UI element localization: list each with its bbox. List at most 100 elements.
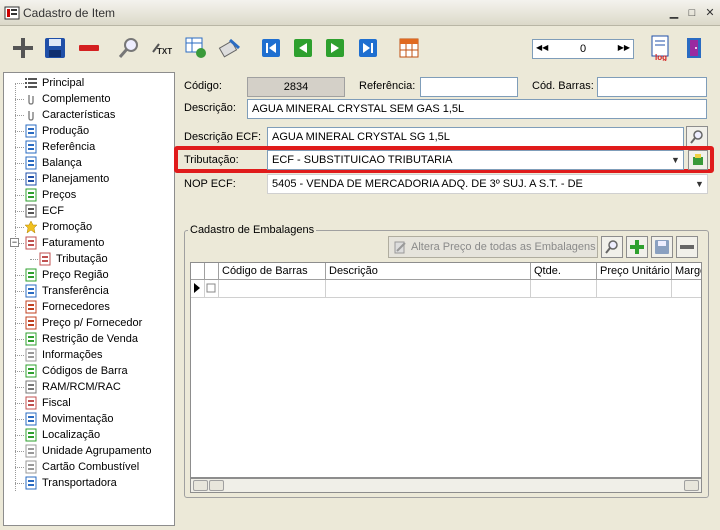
sidebar-item-preco-p-fornecedor[interactable]: Preço p/ Fornecedor xyxy=(24,315,142,331)
sidebar-item-precos[interactable]: Preços xyxy=(24,187,76,203)
barcode-icon xyxy=(25,364,37,378)
list-icon xyxy=(25,78,37,88)
region-price-icon xyxy=(25,268,37,282)
embalagens-add-button[interactable] xyxy=(626,236,648,258)
sidebar-item-ecf[interactable]: ECF xyxy=(24,203,64,219)
previous-record-button[interactable] xyxy=(290,35,316,61)
sidebar-item-label: Transferência xyxy=(42,285,109,297)
sidebar-item-label: Preço p/ Fornecedor xyxy=(42,317,143,329)
sidebar-item-transportadora[interactable]: Transportadora xyxy=(24,475,117,491)
chevron-down-icon[interactable]: ▼ xyxy=(692,175,707,193)
edit-record-icon xyxy=(693,154,703,165)
embalagens-title: Cadastro de Embalagens xyxy=(188,224,317,236)
sidebar-item-ram-rcm-rac[interactable]: RAM/RCM/RAC xyxy=(24,379,121,395)
spreadsheet-button[interactable] xyxy=(183,35,209,61)
sidebar-item-promocao[interactable]: Promoção xyxy=(24,219,92,235)
sidebar-item-cartao-combustivel[interactable]: Cartão Combustível xyxy=(24,459,139,475)
sidebar-item-fornecedores[interactable]: Fornecedores xyxy=(24,299,110,315)
sidebar-item-unidade-agrupamento[interactable]: Unidade Agrupamento xyxy=(24,443,151,459)
scroll-left-button[interactable] xyxy=(193,480,208,491)
cod-barras-label: Cód. Barras: xyxy=(532,80,594,92)
nop-ecf-label: NOP ECF: xyxy=(184,178,236,190)
sidebar-item-referencia[interactable]: Referência xyxy=(24,139,95,155)
save-button[interactable] xyxy=(42,35,68,61)
descricao-ecf-search-button[interactable] xyxy=(686,126,708,148)
embalagens-save-button[interactable] xyxy=(651,236,673,258)
sidebar-item-faturamento[interactable]: Faturamento xyxy=(24,235,104,251)
sidebar-item-fiscal[interactable]: Fiscal xyxy=(24,395,71,411)
referencia-input[interactable] xyxy=(420,77,518,97)
log-button[interactable]: log xyxy=(648,35,674,61)
chevron-down-icon[interactable]: ▼ xyxy=(668,151,683,169)
record-navigator[interactable]: ◀◀ 0 ▶▶ xyxy=(532,39,634,59)
minimize-button[interactable]: ▁ xyxy=(666,6,682,20)
sidebar-item-principal[interactable]: Principal xyxy=(24,75,84,91)
sidebar-item-complemento[interactable]: Complemento xyxy=(24,91,110,107)
row-indicator xyxy=(191,280,205,298)
embalagens-grid[interactable]: Código de Barras Descrição Qtde. Preço U… xyxy=(190,262,702,478)
table-row[interactable] xyxy=(191,280,701,298)
sidebar-item-balanca[interactable]: Balança xyxy=(24,155,82,171)
col-codigo-barras[interactable]: Código de Barras xyxy=(219,263,326,280)
production-icon xyxy=(25,124,37,138)
collapse-icon[interactable]: − xyxy=(10,238,19,247)
nop-ecf-select[interactable]: 5405 - VENDA DE MERCADORIA ADQ. DE 3º SU… xyxy=(267,174,708,194)
close-button[interactable]: ✕ xyxy=(702,6,718,20)
sidebar-item-movimentacao[interactable]: Movimentação xyxy=(24,411,114,427)
cell-preco-unitario[interactable] xyxy=(597,280,672,298)
delete-button[interactable] xyxy=(76,35,102,61)
descricao-ecf-label: Descrição ECF: xyxy=(184,131,262,143)
next-record-button[interactable] xyxy=(322,35,348,61)
sidebar-item-tributacao[interactable]: Tributação xyxy=(38,251,108,267)
col-preco-unitario[interactable]: Preço Unitário xyxy=(597,263,672,280)
cell-descricao[interactable] xyxy=(326,280,531,298)
row-checkbox[interactable] xyxy=(205,280,219,298)
cell-qtde[interactable] xyxy=(531,280,597,298)
edit-button[interactable] xyxy=(217,35,243,61)
row-pointer-icon xyxy=(194,283,200,293)
pencil-card-icon xyxy=(218,38,240,58)
sidebar-item-restricao-de-venda[interactable]: Restrição de Venda xyxy=(24,331,138,347)
cell-codigo-barras[interactable] xyxy=(219,280,326,298)
tributacao-edit-button[interactable] xyxy=(688,150,708,170)
svg-text:TXT: TXT xyxy=(157,47,172,56)
sidebar-item-label: Tributação xyxy=(56,253,108,265)
last-record-button[interactable] xyxy=(355,35,381,61)
embalagens-search-button[interactable] xyxy=(601,236,623,258)
sidebar-item-transferencia[interactable]: Transferência xyxy=(24,283,109,299)
sidebar-item-caracteristicas[interactable]: Características xyxy=(24,107,115,123)
maximize-button[interactable]: □ xyxy=(684,6,700,20)
sidebar-item-codigos-de-barra[interactable]: Códigos de Barra xyxy=(24,363,128,379)
planning-icon xyxy=(25,172,37,186)
sidebar-item-label: RAM/RCM/RAC xyxy=(42,381,121,393)
altera-preco-button[interactable]: Altera Preço de todas as Embalagens xyxy=(388,236,598,258)
grid-view-button[interactable] xyxy=(396,35,422,61)
descricao-input[interactable]: AGUA MINERAL CRYSTAL SEM GAS 1,5L xyxy=(247,99,707,119)
scroll-thumb[interactable] xyxy=(209,480,224,491)
sidebar-item-label: Características xyxy=(42,109,116,121)
search-button[interactable] xyxy=(116,35,142,61)
cell-margem[interactable] xyxy=(672,280,701,298)
add-button[interactable] xyxy=(10,35,36,61)
sidebar-item-preco-regiao[interactable]: Preço Região xyxy=(24,267,109,283)
col-descricao[interactable]: Descrição xyxy=(326,263,531,280)
sidebar-item-planejamento[interactable]: Planejamento xyxy=(24,171,109,187)
horizontal-scrollbar[interactable] xyxy=(190,478,702,493)
sidebar-item-informacoes[interactable]: Informações xyxy=(24,347,103,363)
codigo-field: 2834 xyxy=(247,77,345,97)
descricao-ecf-input[interactable]: AGUA MINERAL CRYSTAL SG 1,5L xyxy=(267,127,684,147)
sidebar-item-label: Transportadora xyxy=(42,477,117,489)
sidebar-item-localizacao[interactable]: Localização xyxy=(24,427,100,443)
col-qtde[interactable]: Qtde. xyxy=(531,263,597,280)
first-record-button[interactable] xyxy=(258,35,284,61)
sidebar-item-label: Fornecedores xyxy=(42,301,110,313)
export-txt-button[interactable]: TXT xyxy=(149,35,175,61)
tributacao-select[interactable]: ECF - SUBSTITUICAO TRIBUTARIA ▼ xyxy=(267,150,684,170)
exit-button[interactable] xyxy=(682,35,708,61)
col-margem[interactable]: Marge xyxy=(672,263,701,280)
embalagens-delete-button[interactable] xyxy=(676,236,698,258)
sidebar-item-producao[interactable]: Produção xyxy=(24,123,89,139)
nav-next-icon[interactable]: ▶▶ xyxy=(618,43,630,52)
scroll-right-button[interactable] xyxy=(684,480,699,491)
cod-barras-input[interactable] xyxy=(597,77,707,97)
